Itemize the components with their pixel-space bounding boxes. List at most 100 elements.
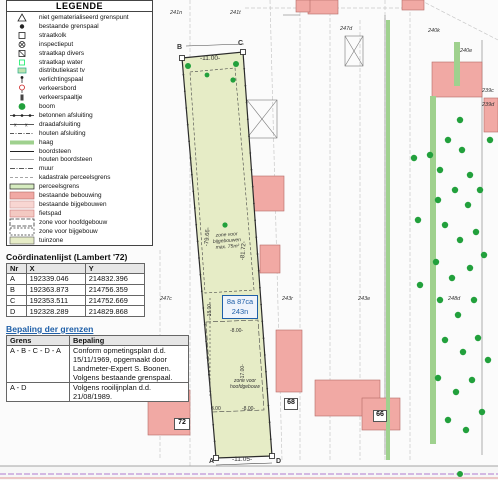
tree-icon: [451, 186, 459, 194]
fence-post: [260, 303, 262, 306]
fence-post: [261, 320, 264, 323]
legend-item-label: houten boordsteen: [39, 156, 93, 164]
legend-item: haag: [7, 138, 153, 147]
fence-post: [262, 337, 265, 340]
coord-header: Y: [84, 263, 146, 274]
fence-post: [203, 323, 206, 326]
legend-item-label: straatkap divers: [39, 49, 85, 57]
legend-item-label: perceelsgrens: [39, 183, 80, 191]
boundary-segment: A - B - C - D - A: [6, 345, 70, 383]
tree-icon: [466, 264, 474, 272]
fence-post: [191, 173, 193, 176]
table-row: A - B - C - D - A Conform opmetingsplan …: [6, 345, 189, 383]
fence-post: [249, 152, 252, 154]
circle-x-icon: [18, 40, 26, 48]
legend-item-label: draadafsluiting: [39, 120, 81, 128]
fence-post: [192, 190, 195, 193]
tree-icon: [448, 274, 456, 282]
fence-post: [193, 207, 196, 209]
legend-item: boordsteen: [7, 147, 153, 156]
fence-post: [182, 73, 185, 76]
tree-icon: [474, 334, 482, 342]
tree-icon: [464, 201, 472, 209]
coordinates-title: Coördinatenlijst (Lambert '72): [6, 252, 128, 262]
fence-post: [259, 286, 261, 289]
tree-icon: [426, 151, 434, 159]
sign-icon: [19, 84, 25, 94]
zone-main-icon: [9, 218, 35, 227]
fence-post: [257, 269, 260, 272]
fence-post: [209, 390, 212, 393]
zone-main-label: zone voor hoofdgebouw: [229, 378, 261, 390]
legend-item: tuinzone: [7, 236, 153, 245]
tree-icon: [434, 374, 442, 382]
tree-icon: [436, 166, 444, 174]
parcel-area-box: 8a 87ca 243n: [222, 295, 258, 319]
fence-post: [255, 236, 258, 239]
table-row: C 192353.511 214752.669: [6, 294, 146, 307]
fence-post: [186, 123, 189, 126]
legend-item: bestaande bebouwing: [7, 191, 153, 200]
legend-item-label: niet gematerialiseerd grenspunt: [39, 14, 129, 21]
legend-item-label: bestaande bebouwing: [39, 192, 102, 199]
fence-post: [199, 273, 202, 276]
tree-icon: [454, 311, 462, 319]
legend-item: inspectieput: [7, 40, 153, 49]
coord-x: 192339.046: [25, 273, 86, 285]
tree-icon: [486, 136, 494, 144]
line-dash-icon: [10, 132, 34, 134]
tree-icon: [441, 336, 449, 344]
fence-post: [200, 290, 203, 293]
coord-x: 192363.873: [25, 283, 86, 296]
post-icon: [20, 76, 24, 84]
legend-item: betonnen afsluiting: [7, 111, 153, 120]
rect-green-icon: [17, 68, 27, 74]
legend-item-label: zone voor bijgebouw: [39, 227, 98, 235]
parcel-label: 239d: [482, 102, 495, 108]
fence-post: [267, 404, 270, 407]
legend-item-label: fietspad: [39, 209, 62, 217]
fence-post: [250, 168, 253, 171]
legend-item: bestaande grenspaal: [7, 22, 153, 31]
parcel-label: 240e: [460, 48, 473, 54]
house-number: 72: [174, 418, 190, 430]
fence-post: [265, 370, 267, 373]
tree-icon: [414, 216, 422, 224]
coord-y: 214752.669: [84, 294, 146, 307]
boundary-segment: A - D: [6, 382, 70, 402]
coord-nr: C: [6, 294, 27, 307]
dim-side-a: -18.00-: [207, 302, 213, 318]
dim-mid-width: -8.00-: [230, 328, 244, 334]
line-dots-icon: [10, 114, 34, 117]
legend-item: distributiekast tv: [7, 66, 153, 75]
svg-text:x: x: [14, 122, 17, 128]
table-row: D 192328.289 214829.868: [6, 305, 146, 318]
coord-y: 214832.396: [84, 273, 146, 285]
tree-icon: [478, 408, 486, 416]
tree-icon: [462, 426, 470, 434]
parcel-label: 243e: [358, 296, 371, 302]
dim-offset: 3.00: [211, 406, 221, 412]
fence-post: [243, 67, 246, 70]
dim-bottom: -11.05-: [232, 456, 253, 463]
boundary-description: Conform opmetingsplan d.d. 15/11/1969, o…: [69, 345, 189, 383]
line-dashed-icon: [10, 177, 34, 179]
boundary-header: Bepaling: [69, 335, 189, 346]
boundary-header: Grens: [6, 335, 70, 346]
legend-item-label: betonnen afsluiting: [39, 111, 93, 119]
tree-icon: [476, 186, 484, 194]
fence-post: [195, 223, 198, 226]
fence-post: [212, 423, 215, 426]
table-row: B 192363.873 214756.359: [6, 283, 146, 296]
coord-nr: A: [6, 273, 27, 285]
tree-icon: [410, 154, 418, 162]
tree-icon: [466, 171, 474, 179]
bar-green-icon: [9, 183, 35, 190]
fence-post: [244, 84, 247, 87]
boundaries-table: Grens Bepaling A - B - C - D - A Conform…: [6, 335, 189, 402]
coord-y: 214756.359: [84, 283, 146, 296]
legend-item-label: verkeersbord: [39, 85, 77, 93]
legend-item: niet gematerialiseerd grenspunt: [7, 13, 153, 22]
parcel-label: 247d: [340, 26, 353, 32]
fence-post: [248, 135, 250, 138]
